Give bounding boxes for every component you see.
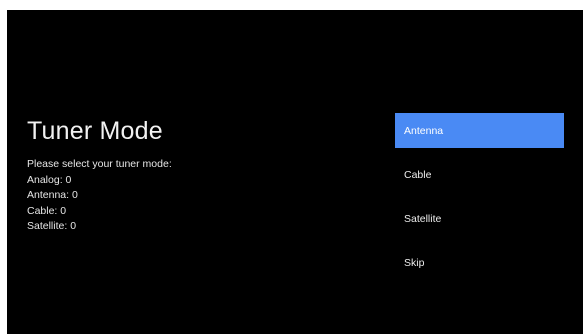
menu-item-satellite[interactable]: Satellite <box>395 201 564 236</box>
menu-item-skip[interactable]: Skip <box>395 245 564 280</box>
cable-count: Cable: 0 <box>27 204 67 217</box>
satellite-count: Satellite: 0 <box>27 220 77 232</box>
tuner-prompt: Please select your tuner mode: <box>27 158 172 170</box>
menu-item-cable[interactable]: Cable <box>395 157 564 192</box>
menu-item-label: Satellite <box>404 212 442 225</box>
menu-item-label: Antenna <box>404 124 444 137</box>
menu-item-label: Skip <box>404 256 425 269</box>
page-title: Tuner Mode <box>27 117 163 145</box>
menu-item-label: Cable <box>404 168 432 181</box>
tv-screen: Tuner Mode Please select your tuner mode… <box>7 10 583 334</box>
info-panel: Tuner Mode Please select your tuner mode… <box>27 115 357 235</box>
analog-count: Analog: 0 <box>27 173 72 186</box>
tuner-mode-menu: Antenna Cable Satellite Skip <box>395 113 564 289</box>
antenna-count: Antenna: 0 <box>27 189 78 201</box>
menu-item-antenna[interactable]: Antenna <box>395 113 564 148</box>
